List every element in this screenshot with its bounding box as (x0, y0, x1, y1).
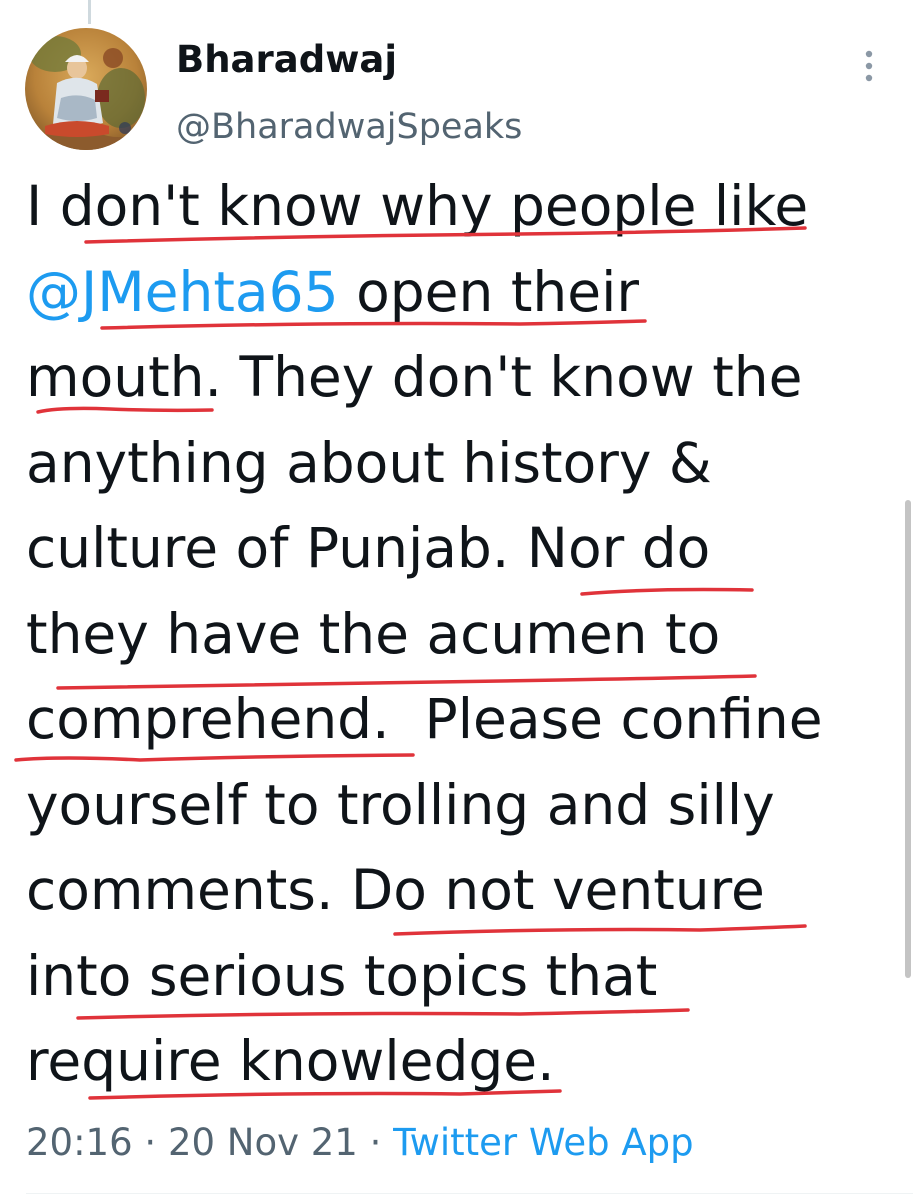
meta-separator: · (132, 1121, 168, 1164)
tweet-date[interactable]: 20 Nov 21 (168, 1121, 358, 1164)
tweet-text-run: comments. Do not venture (26, 858, 765, 922)
more-options-button[interactable] (852, 42, 886, 92)
tweet-text-run: I don't know why people like (26, 174, 809, 238)
more-vertical-icon (865, 50, 873, 82)
tweet-text-run: anything about history & (26, 430, 712, 495)
avatar-painting (25, 28, 147, 150)
tweet-author: Bharadwaj @BharadwajSpeaks (176, 34, 522, 152)
tweet-text-run: they have the acumen to (26, 601, 721, 666)
tweet-text: I don't know why people like @JMehta65 op… (26, 164, 896, 1105)
tweet-text-run: yourself to trolling and silly (26, 772, 775, 837)
meta-separator: · (357, 1121, 394, 1164)
tweet-text-line: mouth. They don't know the (26, 335, 896, 421)
tweet-text-line: culture of Punjab. Nor do (26, 506, 896, 592)
avatar[interactable] (25, 28, 147, 150)
tweet-text-line: they have the acumen to (26, 592, 896, 678)
tweet-text-line: @JMehta65 open their (26, 250, 896, 336)
author-handle[interactable]: @BharadwajSpeaks (176, 102, 522, 152)
thread-connector-line (88, 0, 91, 24)
tweet-source-link[interactable]: Twitter Web App (393, 1121, 693, 1164)
tweet-text-line: into serious topics that (26, 934, 896, 1020)
author-display-name[interactable]: Bharadwaj (176, 34, 522, 86)
scrollbar[interactable] (905, 500, 911, 978)
mention-link[interactable]: @JMehta65 (26, 260, 339, 324)
tweet-text-line: comprehend. Please confine (26, 677, 896, 763)
tweet-time[interactable]: 20:16 (26, 1121, 133, 1164)
tweet-text-run: into serious topics that (26, 943, 658, 1008)
tweet-text-line: anything about history & (26, 421, 896, 507)
tweet-text-run: require knowledge. (26, 1029, 555, 1093)
divider (26, 1193, 913, 1194)
tweet-text-run: mouth. They don't know the (26, 345, 803, 409)
tweet-text-run: open their (338, 259, 640, 324)
tweet-metadata: 20:16 · 20 Nov 21 · Twitter Web App (26, 1118, 694, 1168)
tweet-text-line: require knowledge. (26, 1019, 896, 1105)
tweet-text-line: yourself to trolling and silly (26, 763, 896, 849)
tweet-text-line: I don't know why people like (26, 164, 896, 250)
tweet-text-run: comprehend. Please confine (26, 687, 823, 751)
tweet-text-line: comments. Do not venture (26, 848, 896, 934)
tweet-text-run: culture of Punjab. Nor do (26, 516, 711, 580)
